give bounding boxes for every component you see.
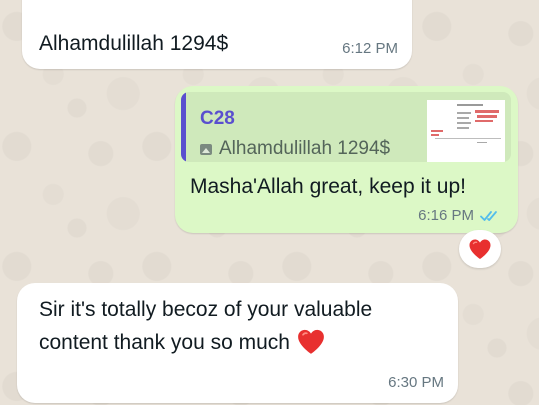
message-text-block: Sir it's totally becoz of your valuable … xyxy=(39,293,434,359)
heart-emoji xyxy=(298,329,324,354)
heart-emoji xyxy=(469,239,491,259)
message-text: Masha'Allah great, keep it up! xyxy=(190,175,467,198)
message-text: Alhamdulillah 1294$ xyxy=(39,32,229,55)
quoted-caption: Alhamdulillah 1294$ xyxy=(200,138,390,160)
message-bubble-incoming[interactable]: Sir it's totally becoz of your valuable … xyxy=(17,283,458,403)
message-time: 6:12 PM xyxy=(342,40,398,57)
message-time: 6:30 PM xyxy=(388,374,444,391)
message-time: 6:16 PM xyxy=(418,207,474,224)
quoted-message[interactable]: C28 Alhamdulillah 1294$ xyxy=(181,92,511,162)
message-bubble-outgoing[interactable]: C28 Alhamdulillah 1294$ Masha'Allah grea… xyxy=(175,86,518,233)
message-bubble-incoming[interactable]: Alhamdulillah 1294$ 6:12 PM xyxy=(22,0,412,69)
quoted-image-thumbnail xyxy=(427,100,505,162)
message-reaction[interactable] xyxy=(459,230,501,268)
quote-accent-bar xyxy=(181,92,186,162)
message-meta: 6:16 PM xyxy=(418,207,502,224)
photo-icon xyxy=(200,143,212,155)
quoted-text: Alhamdulillah 1294$ xyxy=(219,138,391,159)
double-check-icon xyxy=(480,210,497,221)
quoted-author: C28 xyxy=(200,108,235,129)
